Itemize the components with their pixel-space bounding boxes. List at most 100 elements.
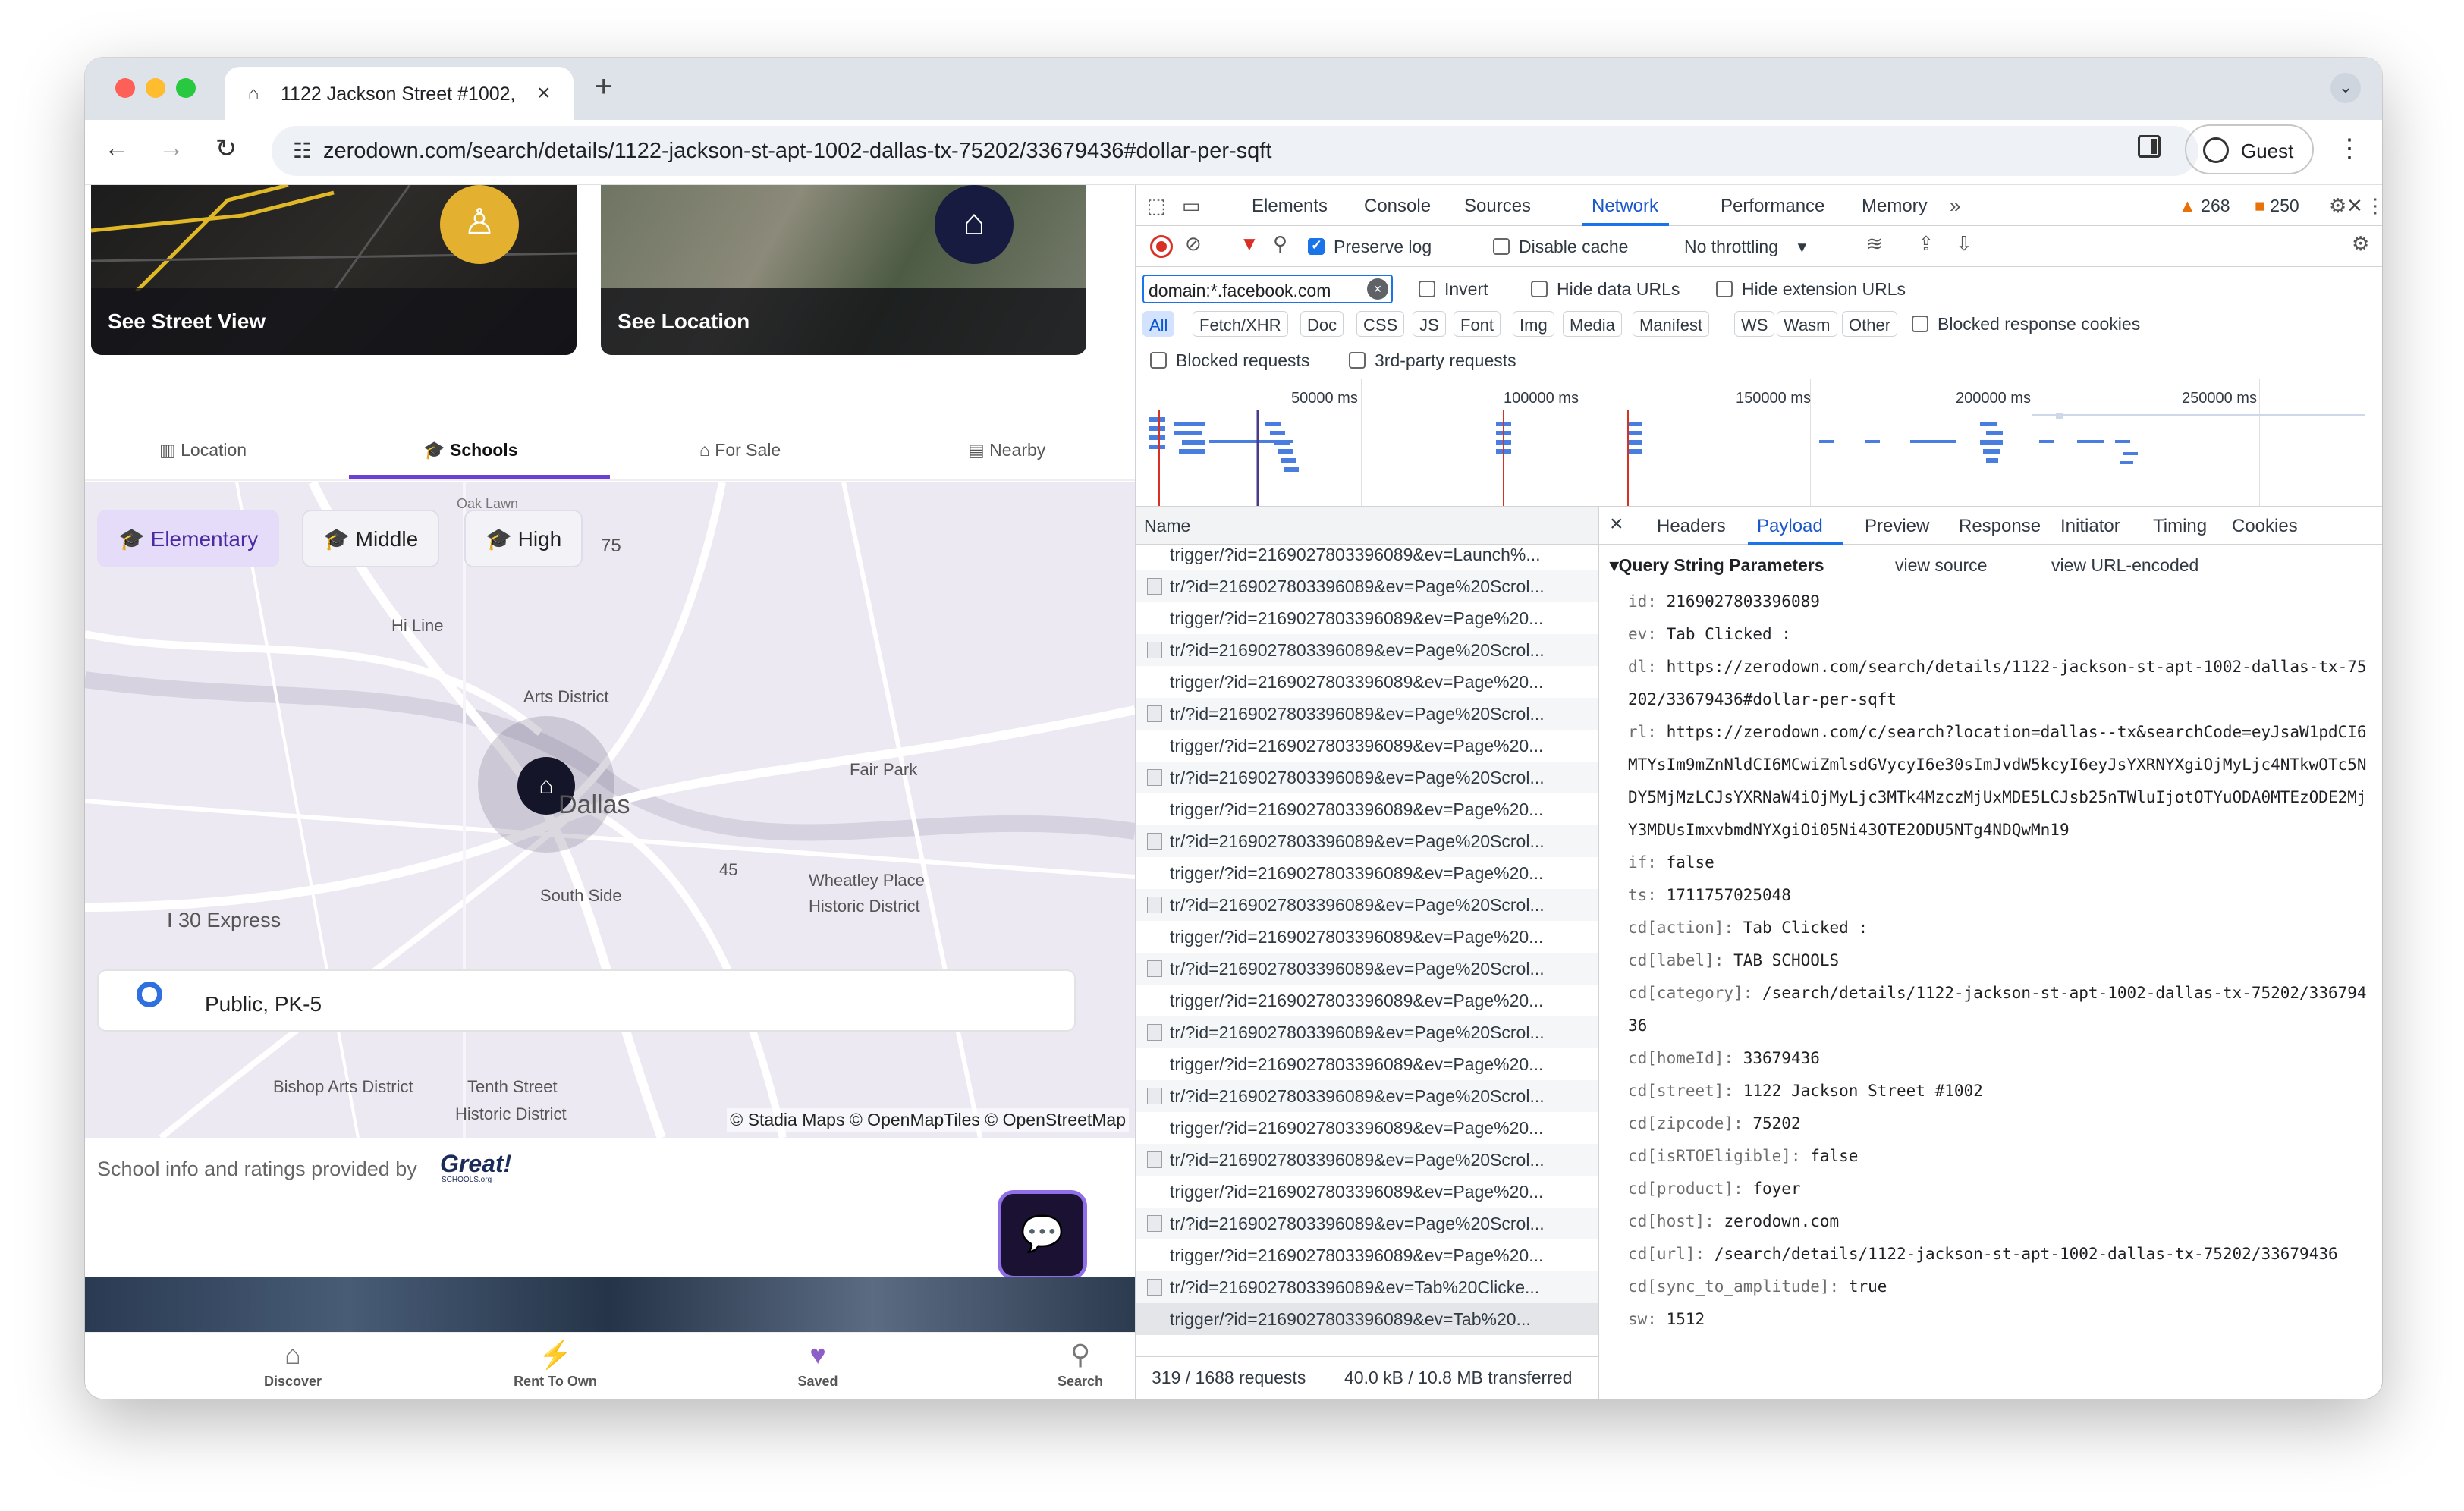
more-tabs-icon[interactable]: » (1950, 194, 1960, 218)
qsp-section-toggle[interactable]: ▾Query String Parameters (1610, 555, 1824, 576)
tab-performance[interactable]: Performance (1721, 196, 1824, 217)
type-css[interactable]: CSS (1356, 311, 1405, 337)
tab-for-sale[interactable]: ⌂ For Sale (699, 440, 781, 460)
close-detail-icon[interactable]: × (1610, 511, 1623, 537)
network-conditions-icon[interactable]: ≋ (1866, 232, 1883, 256)
tab-timing[interactable]: Timing (2153, 516, 2207, 537)
browser-tab[interactable]: ⌂ 1122 Jackson Street #1002, × (225, 67, 574, 120)
request-row[interactable]: tr/?id=2169027803396089&ev=Page%20Scrol.… (1136, 953, 1598, 985)
forward-arrow-icon[interactable]: → (155, 134, 188, 163)
tab-preview[interactable]: Preview (1865, 516, 1929, 537)
type-all[interactable]: All (1142, 311, 1175, 337)
warning-count[interactable]: ▲ 268 (2179, 196, 2230, 216)
close-devtools-icon[interactable]: × (2347, 191, 2362, 221)
back-arrow-icon[interactable]: ← (100, 134, 134, 163)
request-row[interactable]: trigger/?id=2169027803396089&ev=Page%20.… (1136, 1239, 1598, 1271)
request-row[interactable]: tr/?id=2169027803396089&ev=Page%20Scrol.… (1136, 889, 1598, 921)
request-row[interactable]: tr/?id=2169027803396089&ev=Page%20Scrol.… (1136, 698, 1598, 730)
request-row[interactable]: trigger/?id=2169027803396089&ev=Page%20.… (1136, 602, 1598, 634)
request-row[interactable]: trigger/?id=2169027803396089&ev=Page%20.… (1136, 793, 1598, 825)
invert-checkbox[interactable] (1419, 281, 1435, 297)
zoom-window-button[interactable] (176, 78, 196, 98)
request-row[interactable]: tr/?id=2169027803396089&ev=Page%20Scrol.… (1136, 634, 1598, 666)
tab-schools[interactable]: 🎓 Schools (423, 440, 518, 460)
inspect-element-icon[interactable]: ⬚ (1147, 194, 1166, 218)
tab-network[interactable]: Network (1592, 196, 1658, 217)
browser-menu-icon[interactable]: ⋮ (2337, 134, 2362, 164)
request-row[interactable]: tr/?id=2169027803396089&ev=Page%20Scrol.… (1136, 1208, 1598, 1239)
hide-data-urls-checkbox[interactable] (1531, 281, 1548, 297)
close-window-button[interactable] (115, 78, 135, 98)
type-manifest[interactable]: Manifest (1633, 311, 1710, 337)
type-ws[interactable]: WS (1734, 311, 1775, 337)
new-tab-icon[interactable]: + (595, 70, 612, 104)
close-tab-icon[interactable]: × (537, 80, 551, 106)
blocked-cookies-checkbox[interactable] (1912, 316, 1928, 332)
request-row[interactable]: trigger/?id=2169027803396089&ev=Page%20.… (1136, 985, 1598, 1016)
preserve-log-checkbox[interactable] (1308, 237, 1325, 255)
nav-rent-to-own[interactable]: ⚡ Rent To Own (479, 1339, 631, 1390)
url-text[interactable]: zerodown.com/search/details/1122-jackson… (323, 139, 1271, 164)
tab-cookies[interactable]: Cookies (2232, 516, 2298, 537)
school-summary-card[interactable]: Public, PK-5 (97, 969, 1076, 1032)
import-har-icon[interactable]: ⇪ (1918, 232, 1934, 256)
site-info-icon[interactable]: ☷ (293, 138, 312, 163)
nav-discover[interactable]: ⌂ Discover (217, 1339, 369, 1390)
request-row[interactable]: trigger/?id=2169027803396089&ev=Page%20.… (1136, 1112, 1598, 1144)
street-view-card[interactable]: ♙ See Street View (91, 185, 577, 355)
view-url-encoded-link[interactable]: view URL-encoded (2051, 555, 2198, 576)
greatschools-logo[interactable]: Great! (440, 1150, 511, 1178)
request-row[interactable]: trigger/?id=2169027803396089&ev=Page%20.… (1136, 1048, 1598, 1080)
issue-count[interactable]: ■ 250 (2255, 196, 2299, 216)
tab-memory[interactable]: Memory (1862, 196, 1928, 217)
request-row[interactable]: tr/?id=2169027803396089&ev=Page%20Scrol.… (1136, 1144, 1598, 1176)
request-row[interactable]: tr/?id=2169027803396089&ev=Page%20Scrol.… (1136, 825, 1598, 857)
type-doc[interactable]: Doc (1300, 311, 1344, 337)
request-row[interactable]: trigger/?id=2169027803396089&ev=Tab%20..… (1136, 1303, 1598, 1335)
request-row[interactable]: tr/?id=2169027803396089&ev=Page%20Scrol.… (1136, 1080, 1598, 1112)
request-row[interactable]: trigger/?id=2169027803396089&ev=Page%20.… (1136, 921, 1598, 953)
request-row[interactable]: trigger/?id=2169027803396089&ev=Page%20.… (1136, 857, 1598, 889)
nav-saved[interactable]: ♥ Saved (742, 1339, 894, 1390)
location-card[interactable]: ⌂ See Location (601, 185, 1086, 355)
record-icon[interactable] (1150, 235, 1173, 258)
address-bar[interactable]: ☷ zerodown.com/search/details/1122-jacks… (272, 126, 2198, 176)
search-icon[interactable]: ⚲ (1273, 232, 1287, 256)
export-har-icon[interactable]: ⇩ (1956, 232, 1972, 256)
network-overview[interactable]: 50000 ms 100000 ms 150000 ms 200000 ms 2… (1136, 379, 2382, 507)
tab-sources[interactable]: Sources (1464, 196, 1531, 217)
tab-location[interactable]: ▥ Location (159, 440, 247, 460)
request-row[interactable]: trigger/?id=2169027803396089&ev=Launch%.… (1136, 545, 1598, 570)
schools-map[interactable]: 🎓 Elementary 🎓 Middle 🎓 High Hi Line Art… (85, 482, 1135, 1138)
request-row[interactable]: trigger/?id=2169027803396089&ev=Page%20.… (1136, 730, 1598, 762)
view-source-link[interactable]: view source (1895, 555, 1987, 576)
request-row[interactable]: tr/?id=2169027803396089&ev=Page%20Scrol.… (1136, 1016, 1598, 1048)
throttling-select[interactable]: No throttling ▾ (1684, 237, 1806, 257)
tab-payload[interactable]: Payload (1757, 516, 1823, 537)
tab-nearby[interactable]: ▤ Nearby (968, 440, 1045, 460)
disable-cache-checkbox[interactable] (1493, 238, 1510, 255)
devtools-menu-icon[interactable]: ⋮ (2365, 194, 2382, 218)
chat-assistant-button[interactable]: 💬 (1001, 1194, 1083, 1276)
type-media[interactable]: Media (1563, 311, 1622, 337)
tab-search-chevron-icon[interactable]: ⌄ (2330, 73, 2361, 103)
request-row[interactable]: tr/?id=2169027803396089&ev=Tab%20Clicke.… (1136, 1271, 1598, 1303)
filter-icon[interactable]: ▼ (1240, 232, 1259, 256)
clear-icon[interactable]: ⊘ (1185, 232, 1202, 256)
hide-ext-urls-checkbox[interactable] (1716, 281, 1733, 297)
chip-elementary[interactable]: 🎓 Elementary (97, 510, 280, 567)
reload-icon[interactable]: ↻ (209, 134, 243, 164)
filter-input[interactable]: domain:*.facebook.com × (1142, 275, 1393, 303)
type-other[interactable]: Other (1842, 311, 1898, 337)
name-column-header[interactable]: Name (1136, 507, 1599, 545)
chip-high[interactable]: 🎓 High (464, 510, 583, 567)
request-row[interactable]: tr/?id=2169027803396089&ev=Page%20Scrol.… (1136, 762, 1598, 793)
request-row[interactable]: trigger/?id=2169027803396089&ev=Page%20.… (1136, 1176, 1598, 1208)
settings-gear-icon[interactable]: ⚙ (2329, 194, 2346, 218)
type-fetch-xhr[interactable]: Fetch/XHR (1193, 311, 1288, 337)
tab-console[interactable]: Console (1364, 196, 1431, 217)
clear-filter-icon[interactable]: × (1367, 278, 1388, 300)
tab-initiator[interactable]: Initiator (2060, 516, 2120, 537)
request-row[interactable]: trigger/?id=2169027803396089&ev=Page%20.… (1136, 666, 1598, 698)
request-row[interactable]: tr/?id=2169027803396089&ev=Page%20Scrol.… (1136, 570, 1598, 602)
